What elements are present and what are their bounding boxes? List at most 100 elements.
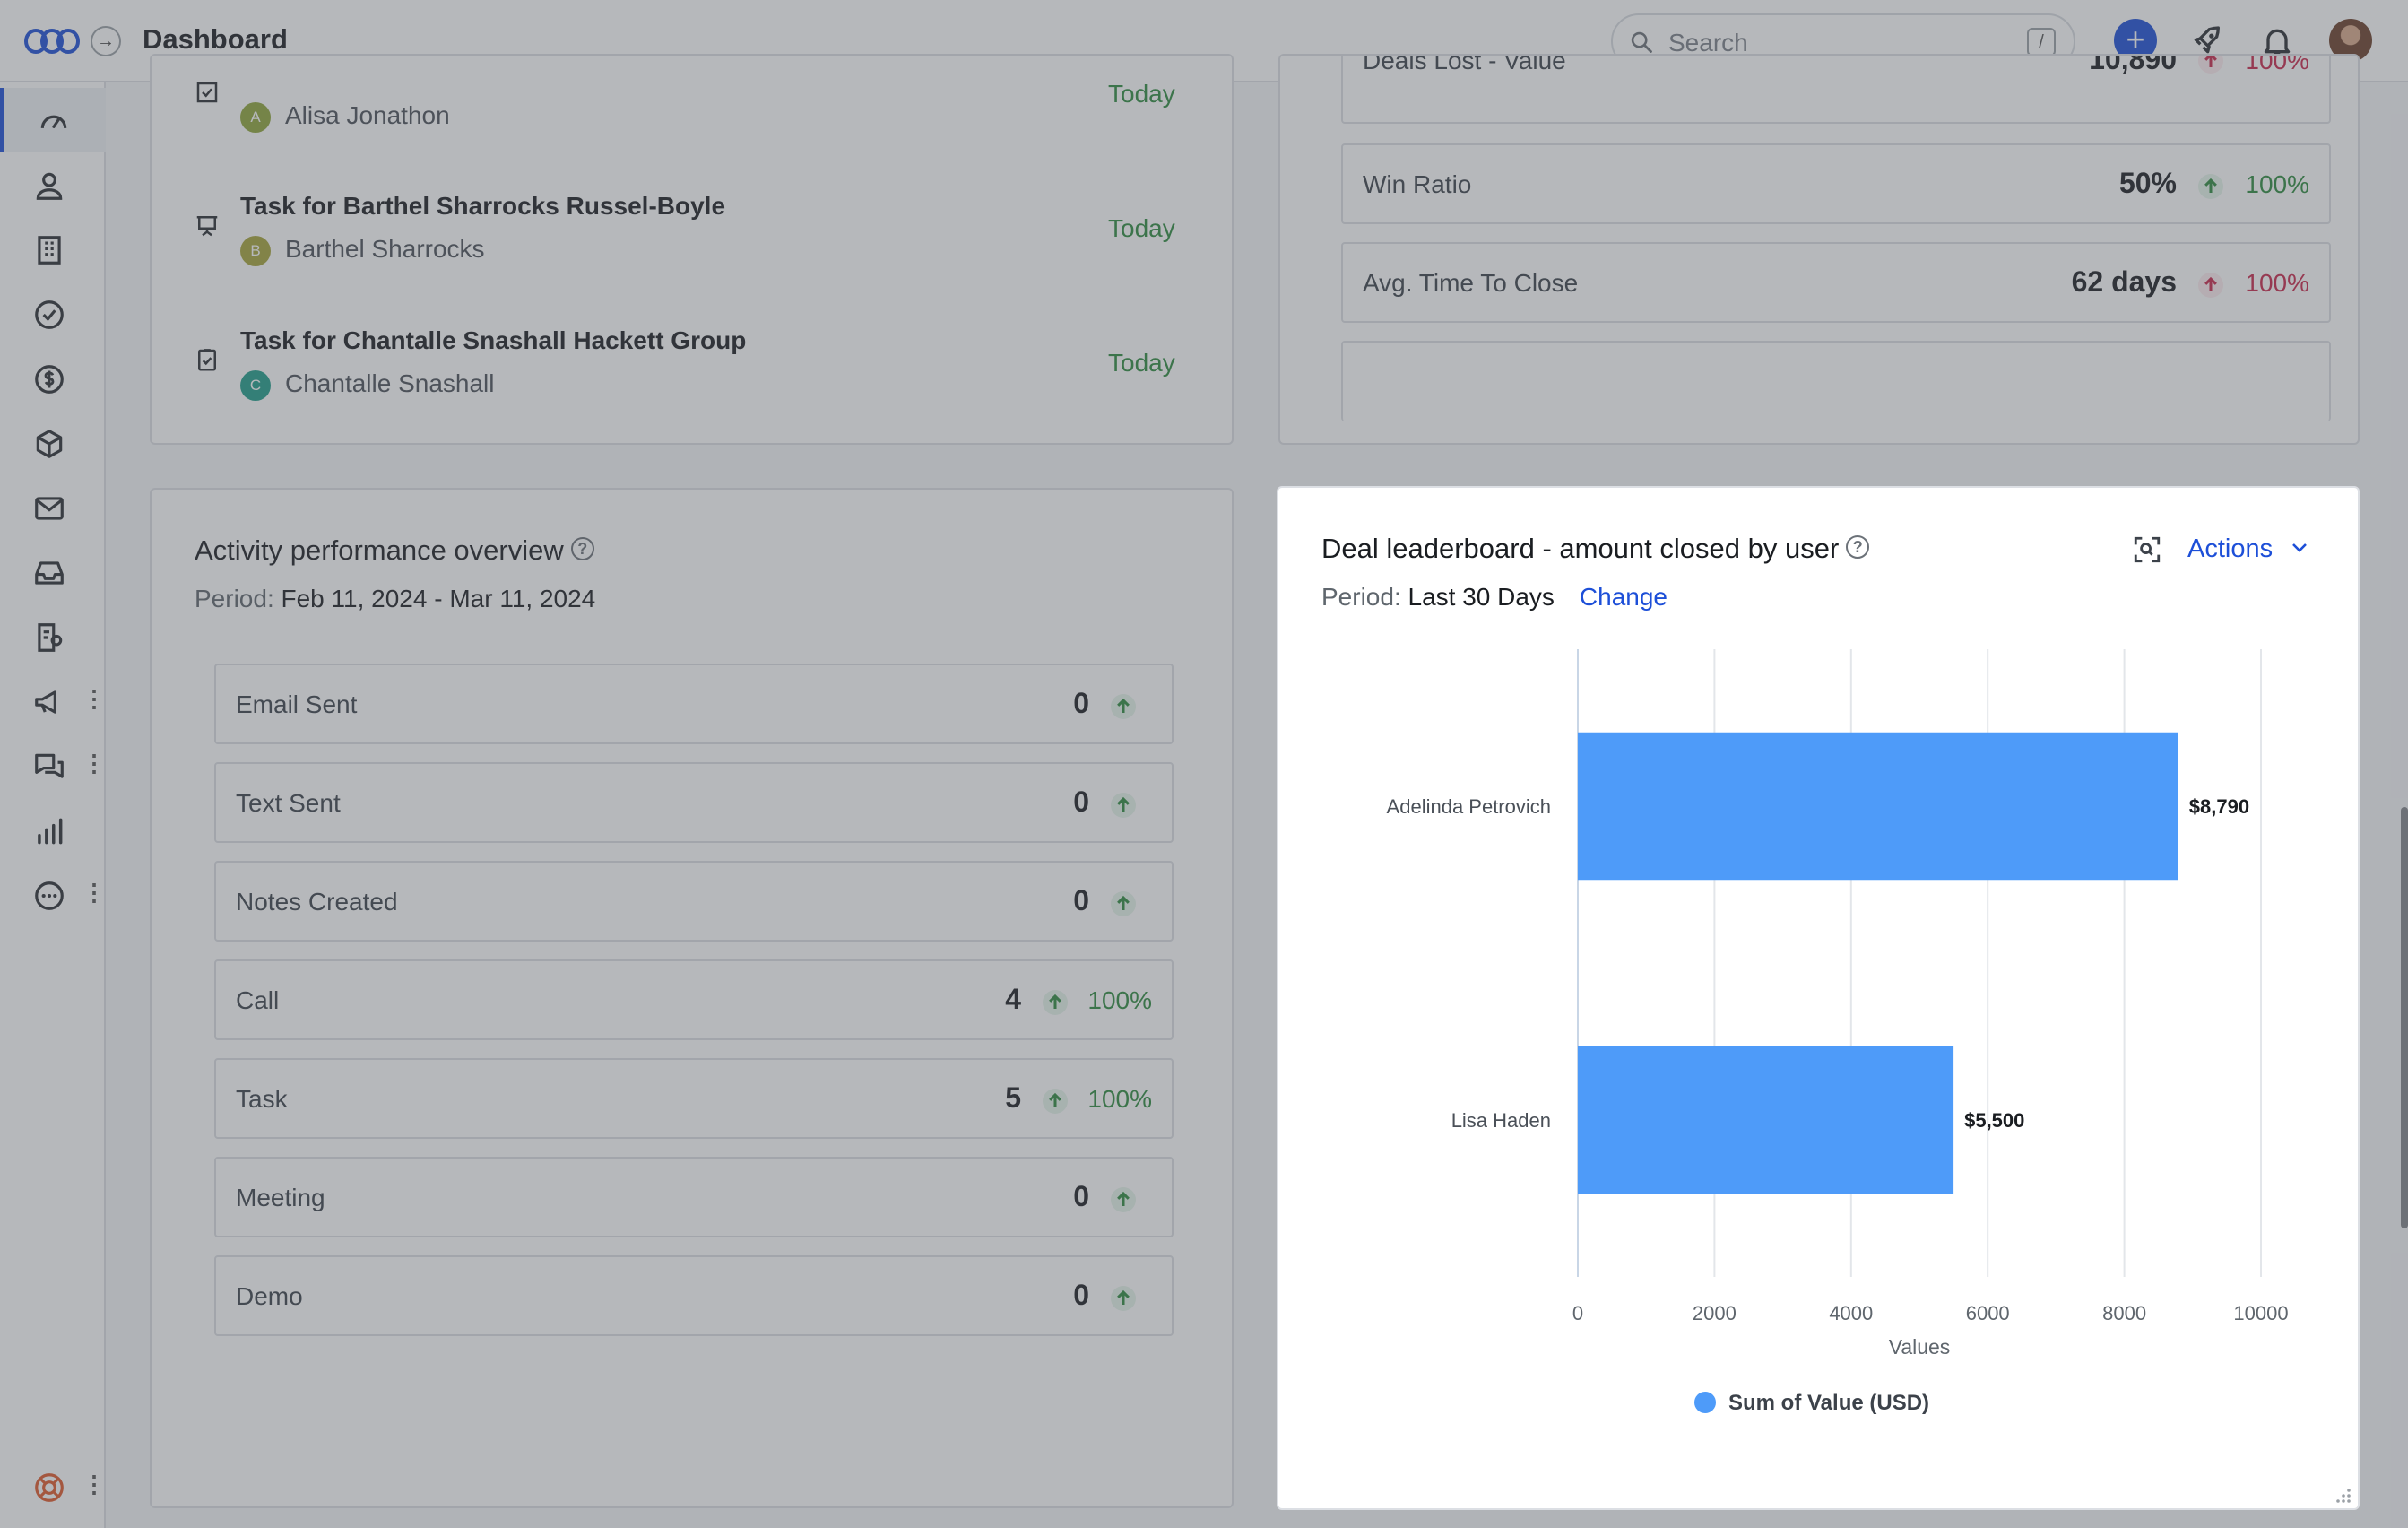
avatar: C [240,370,271,401]
help-icon[interactable]: ? [570,537,594,560]
task-title[interactable]: Task for Barthel Sharrocks Russel-Boyle [240,192,725,221]
more-vertical-icon[interactable]: ⋮ [82,881,106,904]
chat-icon [35,753,64,778]
activity-row-meeting: Meeting 0 [214,1157,1174,1237]
task-assignee[interactable]: A Alisa Jonathon [240,101,450,133]
activity-value: 5 [1005,1081,1021,1114]
x-tick-label: 10000 [2233,1302,2288,1324]
task-due-date: Today [1108,349,1175,377]
card-title: Activity performance overview? [195,534,594,567]
activity-row-text-sent: Text Sent 0 [214,762,1174,843]
mail-icon [35,497,64,520]
check-circle-icon [35,300,64,329]
period-text: Period: Feb 11, 2024 - Mar 11, 2024 [195,585,596,612]
activity-performance-card: Activity performance overview? Period: F… [150,488,1234,1508]
x-tick-label: 4000 [1829,1302,1873,1324]
person-icon [36,172,63,200]
search-shortcut-badge: / [2027,28,2056,56]
activity-percent: 100% [1087,1085,1152,1113]
bar-chart-icon [38,818,63,845]
form-icon [38,623,63,652]
metric-label: Deals Lost - Value [1363,54,1566,74]
more-vertical-icon[interactable]: ⋮ [82,751,106,775]
resize-handle-icon[interactable] [2329,1481,2352,1505]
chevron-down-icon [2292,543,2308,552]
task-title[interactable]: Task for Chantalle Snashall Hackett Grou… [240,326,746,355]
page-scrollbar[interactable] [2401,807,2408,1228]
sidebar-item-email[interactable] [0,475,106,540]
checkbox-task-icon [196,82,218,103]
activity-row-demo: Demo 0 [214,1255,1174,1336]
activity-label: Call [236,986,280,1014]
lifebuoy-icon [35,1473,64,1502]
actions-dropdown[interactable]: Actions [2187,534,2310,564]
activity-row-call: Call 4 100% [214,959,1174,1040]
more-vertical-icon[interactable]: ⋮ [82,687,106,710]
trend-up-green-icon [1111,694,1136,719]
data-label: $5,500 [1964,1109,2024,1132]
sidebar-item-help[interactable]: ⋮ [0,1454,106,1519]
activity-label: Meeting [236,1184,325,1211]
activity-row-task: Task 5 100% [214,1058,1174,1139]
plus-icon: + [2126,21,2145,57]
trend-up-green-icon [1111,891,1136,916]
task-due-date: Today [1108,214,1175,242]
activity-label: Text Sent [236,789,341,817]
sidebar-item-deals[interactable] [0,346,106,411]
trend-up-green-icon [1111,1286,1136,1311]
assignee-name: Alisa Jonathon [285,101,450,129]
data-label: $8,790 [2189,795,2249,818]
activity-value: 0 [1073,1180,1089,1212]
presentation-task-icon [196,216,218,237]
activity-value: 0 [1073,1279,1089,1311]
more-circle-icon [35,881,64,910]
avatar: A [240,102,271,133]
building-icon [38,236,61,265]
x-tick-label: 8000 [2102,1302,2146,1324]
focus-zoom-icon[interactable] [2132,534,2162,565]
change-period-link[interactable]: Change [1580,583,1667,611]
activity-value: 0 [1073,786,1089,818]
sidebar-item-conversations[interactable]: ⋮ [0,734,106,798]
activity-label: Task [236,1085,288,1113]
task-assignee[interactable]: C Chantalle Snashall [240,369,495,401]
megaphone-icon [35,690,56,714]
metric-row-avg-time-to-close: Avg. Time To Close 62 days 100% [1341,242,2331,323]
trend-up-green-icon [1111,1187,1136,1212]
more-vertical-icon[interactable]: ⋮ [82,1472,106,1496]
sidebar-item-campaigns[interactable]: ⋮ [0,669,106,734]
expand-sidebar-button[interactable]: → [91,26,121,56]
task-assignee[interactable]: B Barthel Sharrocks [240,235,485,266]
deal-metrics-card: Deals Lost - Value 10,890 100% Win Ratio… [1278,54,2360,445]
sidebar-item-contacts[interactable] [0,152,106,217]
legend-swatch [1694,1392,1716,1413]
app-logo-icon[interactable] [23,25,81,57]
dollar-circle-icon [35,365,64,394]
metric-label: Avg. Time To Close [1363,269,1579,297]
x-tick-label: 2000 [1693,1302,1737,1324]
sidebar-item-dashboard[interactable] [0,88,106,152]
activity-value: 0 [1073,687,1089,719]
sidebar-item-forms[interactable] [0,604,106,669]
trend-up-green-icon [2198,174,2223,199]
activity-value: 4 [1005,983,1021,1015]
sidebar-item-companies[interactable] [0,217,106,282]
clipboard-task-icon [198,349,216,371]
trend-up-red-icon [2198,56,2223,74]
help-icon[interactable]: ? [1846,535,1870,559]
activity-percent: 100% [1087,986,1152,1014]
sidebar-item-tasks[interactable] [0,282,106,346]
legend-label: Sum of Value (USD) [1728,1391,1929,1415]
leaderboard-bar-chart: 0 2000 4000 6000 8000 10000 Values Adelinda Pet… [1387,649,2289,1415]
sidebar-item-inbox[interactable] [0,540,106,604]
metric-value: 62 days [2071,265,2177,298]
sidebar-item-products[interactable] [0,411,106,475]
cube-icon [36,430,63,458]
category-label: Adelinda Petrovich [1387,795,1551,818]
speedometer-icon [40,115,67,129]
sidebar-item-more[interactable]: ⋮ [0,863,106,927]
activity-row-email-sent: Email Sent 0 [214,664,1174,744]
metric-percent: 100% [2245,269,2309,297]
sidebar-item-reports[interactable] [0,798,106,863]
metric-value: 10,890 [2089,54,2177,75]
